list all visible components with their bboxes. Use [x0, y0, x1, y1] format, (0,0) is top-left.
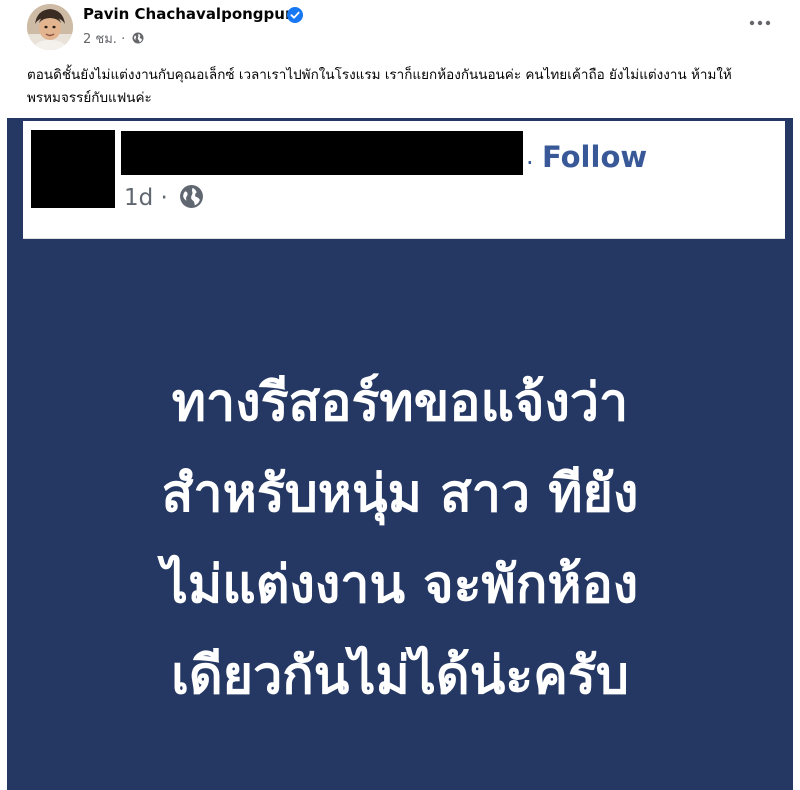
more-options-button[interactable] — [742, 8, 778, 38]
embedded-timestamp: 1d — [124, 185, 154, 211]
announcement-line: เดียวกันไม่ได้น่ะครับ — [171, 646, 629, 706]
embedded-screenshot[interactable]: · Follow 1d · ทางรีสอร์ทขอแจ้งว่า สำหรับ… — [7, 118, 793, 790]
embedded-globe-icon — [180, 185, 204, 208]
post-timestamp[interactable]: 2 ชม. — [83, 32, 117, 47]
embedded-post-header: · Follow 1d · — [23, 121, 785, 239]
follow-separator: · — [526, 149, 534, 177]
redacted-name — [121, 131, 523, 175]
profile-photo — [27, 4, 73, 50]
globe-icon[interactable] — [132, 32, 144, 44]
redacted-avatar — [31, 130, 115, 208]
avatar[interactable] — [27, 4, 73, 50]
more-horizontal-icon — [749, 20, 771, 26]
follow-button[interactable]: Follow — [542, 140, 647, 174]
announcement-line: ทางรีสอร์ทขอแจ้งว่า — [171, 373, 629, 433]
embedded-meta: 1d · — [124, 184, 204, 211]
announcement-line: สำหรับหนุ่ม สาว ทียัง — [161, 464, 639, 524]
announcement-line: ไม่แต่งงาน จะพักห้อง — [161, 555, 639, 615]
post-header: Pavin Chachavalpongpun 2 ชม. · — [0, 0, 800, 56]
meta-separator: · — [121, 32, 126, 47]
announcement-text: ทางรีสอร์ทขอแจ้งว่า สำหรับหนุ่ม สาว ทียั… — [47, 358, 753, 722]
author-name[interactable]: Pavin Chachavalpongpun — [83, 5, 296, 23]
verified-badge-icon — [287, 7, 303, 23]
post-text: ตอนดิชั้นยังไม่แต่งงานกับคุณอเล็กซ์ เวลา… — [27, 67, 732, 106]
facebook-post: Pavin Chachavalpongpun 2 ชม. · ตอนดิชั้น… — [0, 0, 800, 790]
post-meta: 2 ชม. · — [83, 28, 144, 49]
embedded-meta-separator: · — [160, 185, 168, 211]
